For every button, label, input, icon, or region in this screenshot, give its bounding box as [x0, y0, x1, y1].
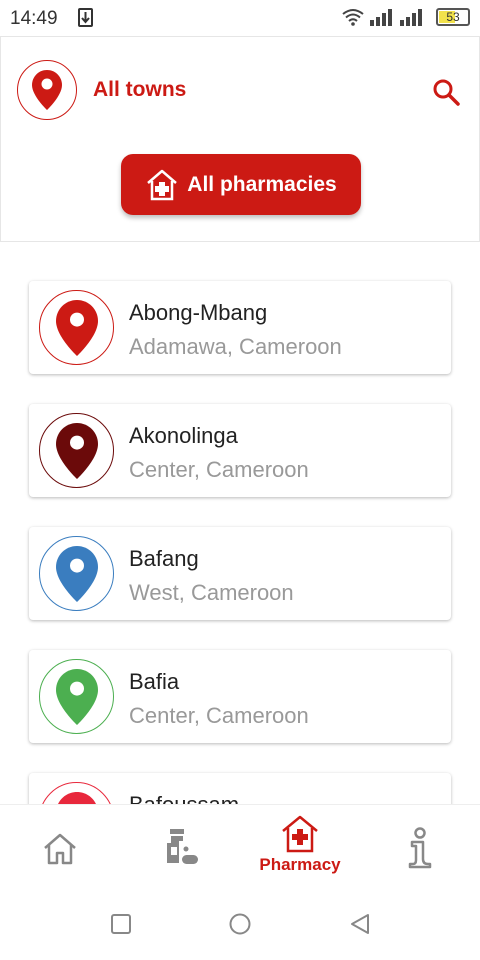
all-pharmacies-button[interactable]: All pharmacies [121, 154, 361, 215]
town-name: Bafang [129, 546, 199, 571]
town-list: Abong-Mbang Adamawa, Cameroon Akonolinga… [0, 252, 480, 804]
status-icons: 53 [342, 8, 470, 26]
signal-icon [370, 9, 392, 26]
location-pin-icon [39, 536, 114, 611]
status-time: 14:49 [10, 8, 58, 29]
recents-button[interactable] [109, 912, 133, 936]
location-pin-icon [39, 290, 114, 365]
list-item[interactable]: Bafang West, Cameroon [29, 527, 451, 620]
list-item[interactable]: Bafoussam [29, 773, 451, 804]
medicine-icon [167, 829, 198, 864]
battery-level: 53 [446, 10, 460, 24]
back-button[interactable] [348, 912, 372, 936]
bottom-nav: Pharmacy [0, 804, 480, 888]
town-name: Akonolinga [129, 423, 238, 448]
town-name: Bafoussam [129, 792, 239, 804]
search-button[interactable] [431, 77, 461, 107]
all-pharmacies-label: All pharmacies [187, 172, 337, 196]
nav-medicines[interactable] [120, 815, 240, 885]
wifi-icon [342, 9, 364, 26]
search-icon [433, 79, 460, 106]
nav-home[interactable] [0, 815, 120, 885]
list-item[interactable]: Akonolinga Center, Cameroon [29, 404, 451, 497]
list-item[interactable]: Abong-Mbang Adamawa, Cameroon [29, 281, 451, 374]
info-icon [408, 827, 432, 869]
battery-icon: 53 [436, 8, 470, 26]
town-name: Bafia [129, 669, 180, 694]
location-pin-icon [17, 60, 77, 120]
download-icon [78, 8, 93, 27]
location-pin-icon [39, 659, 114, 734]
status-bar: 14:49 53 [0, 0, 480, 36]
town-region: Adamawa, Cameroon [129, 334, 342, 359]
location-pin-icon [39, 782, 114, 804]
signal-icon [400, 9, 422, 26]
nav-pharmacy[interactable]: Pharmacy [240, 815, 360, 885]
pharmacy-icon [147, 169, 178, 200]
town-name: Abong-Mbang [129, 300, 268, 325]
list-item[interactable]: Bafia Center, Cameroon [29, 650, 451, 743]
town-region: West, Cameroon [129, 580, 294, 605]
nav-pharmacy-label: Pharmacy [259, 855, 341, 874]
page-title[interactable]: All towns [93, 78, 186, 102]
header: All towns All pharmacies [0, 36, 480, 242]
system-nav [0, 888, 480, 960]
pharmacy-icon [282, 815, 318, 853]
home-icon [44, 833, 76, 865]
town-region: Center, Cameroon [129, 457, 309, 482]
home-button[interactable] [228, 912, 252, 936]
nav-info[interactable] [360, 815, 480, 885]
town-region: Center, Cameroon [129, 703, 309, 728]
location-pin-icon [39, 413, 114, 488]
